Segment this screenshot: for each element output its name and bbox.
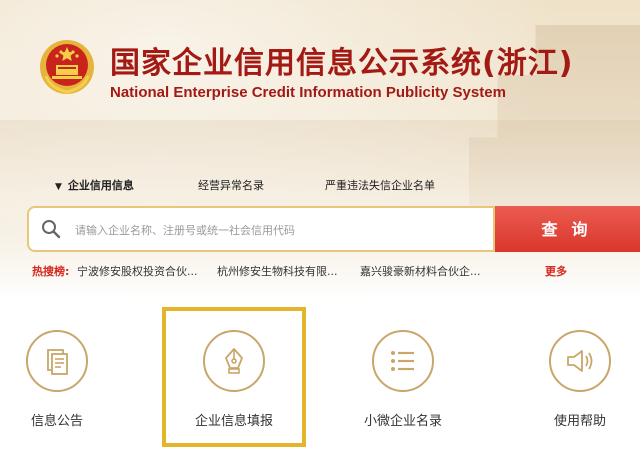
feature-info-filing[interactable]: 企业信息填报 — [169, 330, 299, 429]
hot-search-item[interactable]: 嘉兴骏豪新材料合伙企... — [360, 263, 481, 279]
feature-icon-circle — [372, 330, 434, 392]
feature-label: 使用帮助 — [553, 414, 606, 429]
triangle-down-icon: ▼ — [55, 182, 62, 192]
speaker-icon — [567, 350, 593, 372]
search-button[interactable]: 查询 — [495, 206, 640, 252]
feature-small-enterprises[interactable]: 小微企业名录 — [338, 330, 468, 429]
tab-serious-violations[interactable]: 严重违法失信企业名单 — [325, 177, 435, 193]
search-icon — [42, 220, 61, 239]
tab-label: 企业信用信息 — [67, 179, 134, 192]
feature-label: 小微企业名录 — [363, 414, 442, 429]
feature-icon-circle — [203, 330, 265, 392]
search-box — [27, 206, 495, 252]
hot-search-label: 热搜榜: — [32, 265, 70, 278]
document-icon — [47, 349, 68, 375]
feature-label: 企业信息填报 — [194, 414, 273, 429]
feature-help[interactable]: 使用帮助 — [515, 330, 640, 429]
feature-icon-circle — [549, 330, 611, 392]
hot-search-bar: 热搜榜: 宁波修安股权投资合伙... 杭州修安生物科技有限... 嘉兴骏豪新材料… — [27, 263, 627, 279]
tab-abnormal-operations[interactable]: 经营异常名录 — [198, 177, 264, 193]
pen-nib-icon — [225, 348, 243, 374]
tab-enterprise-credit[interactable]: ▼ 企业信用信息 — [55, 177, 134, 193]
more-link[interactable]: 更多 — [545, 263, 567, 279]
national-emblem-icon — [40, 40, 94, 94]
site-subtitle: National Enterprise Credit Information P… — [110, 84, 506, 101]
feature-label: 信息公告 — [30, 414, 83, 429]
site-title: 国家企业信用信息公示系统(浙江) — [110, 46, 574, 81]
hot-search-item[interactable]: 宁波修安股权投资合伙... — [77, 263, 198, 279]
hot-search-item[interactable]: 杭州修安生物科技有限... — [217, 263, 338, 279]
feature-icon-circle — [26, 330, 88, 392]
search-input[interactable] — [73, 218, 477, 242]
list-icon — [391, 351, 414, 371]
feature-announcements[interactable]: 信息公告 — [0, 330, 122, 429]
